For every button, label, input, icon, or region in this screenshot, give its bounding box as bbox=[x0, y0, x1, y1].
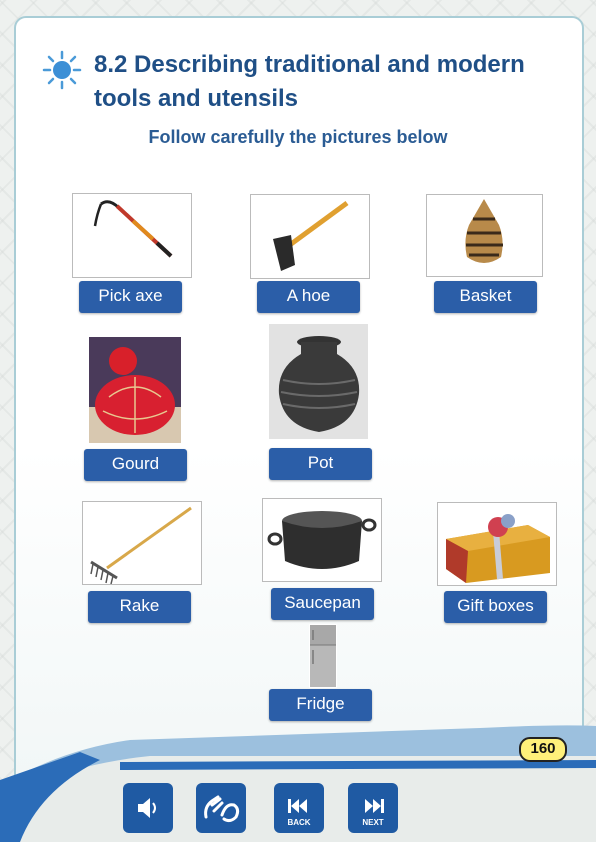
audio-button[interactable] bbox=[123, 783, 173, 833]
label-gourd[interactable]: Gourd bbox=[84, 449, 187, 481]
back-button[interactable]: BACK bbox=[274, 783, 324, 833]
next-button[interactable]: NEXT bbox=[348, 783, 398, 833]
gourd-image bbox=[89, 337, 181, 443]
pick-axe-image bbox=[72, 193, 192, 278]
label-hoe[interactable]: A hoe bbox=[257, 281, 360, 313]
hoe-image bbox=[250, 194, 370, 279]
back-label: BACK bbox=[287, 818, 311, 827]
basket-image bbox=[426, 194, 543, 277]
sun-icon bbox=[42, 50, 82, 90]
instruction-text: Follow carefully the pictures below bbox=[148, 127, 448, 147]
next-label: NEXT bbox=[362, 818, 384, 827]
pot-image bbox=[269, 324, 368, 439]
gift-box-image bbox=[437, 502, 557, 586]
label-saucepan[interactable]: Saucepan bbox=[271, 588, 374, 620]
label-fridge[interactable]: Fridge bbox=[269, 689, 372, 721]
sign-language-icon bbox=[204, 795, 240, 823]
label-rake[interactable]: Rake bbox=[88, 591, 191, 623]
fridge-image bbox=[309, 624, 337, 688]
rake-image bbox=[82, 501, 202, 585]
saucepan-image bbox=[262, 498, 382, 582]
page-title: 8.2 Describing traditional and modern to… bbox=[94, 51, 525, 112]
sign-language-button[interactable] bbox=[196, 783, 246, 833]
label-pick-axe[interactable]: Pick axe bbox=[79, 281, 182, 313]
label-pot[interactable]: Pot bbox=[269, 448, 372, 480]
label-gift-boxes[interactable]: Gift boxes bbox=[444, 591, 547, 623]
page-number-badge: 160 bbox=[519, 737, 567, 762]
speaker-icon bbox=[138, 798, 156, 818]
label-basket[interactable]: Basket bbox=[434, 281, 537, 313]
